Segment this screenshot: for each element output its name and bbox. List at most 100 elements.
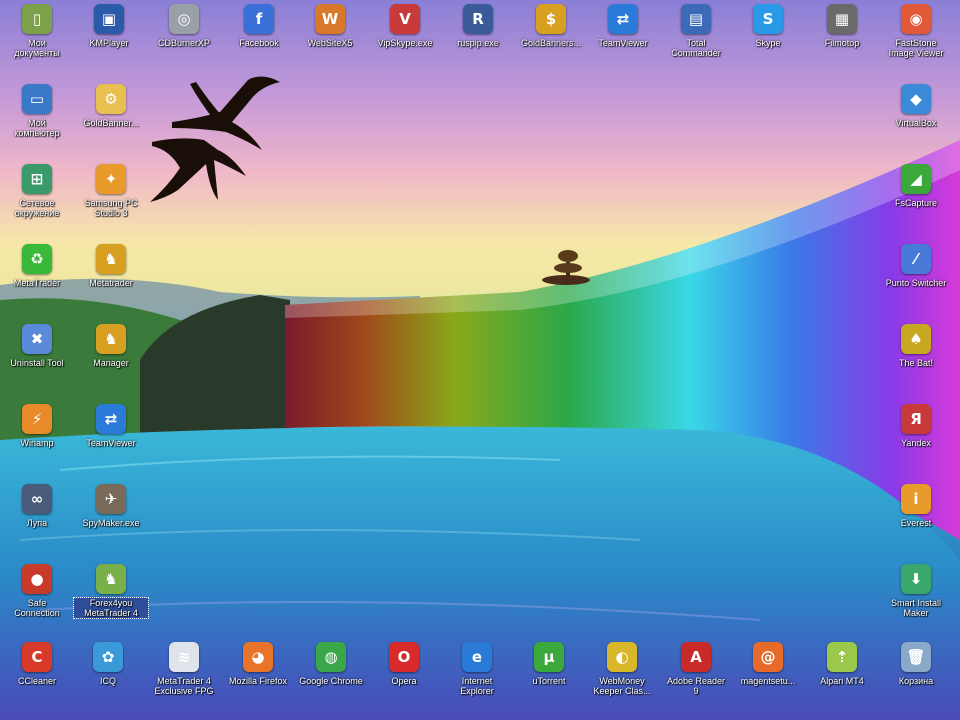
shortcut-label: Сетевое окружение	[14, 198, 60, 218]
desktop-shortcut[interactable]: O Opera	[367, 642, 441, 714]
firefox-icon: ◕	[243, 642, 273, 672]
desktop-shortcut[interactable]: ▭ Мой компьютер	[0, 84, 74, 156]
shortcut-label: Adobe Reader 9	[666, 676, 726, 696]
shortcut-label: Punto Switcher	[885, 278, 947, 288]
desktop-shortcut[interactable]: ∞ Лупа	[0, 484, 74, 556]
desktop-shortcut[interactable]: W WebSiteX5	[293, 4, 367, 76]
flying-cranes	[150, 76, 280, 202]
desktop-shortcut[interactable]: S Skype	[731, 4, 805, 76]
webmoney-icon: ◐	[607, 642, 637, 672]
shortcut-label: Forex4you MetaTrader 4	[73, 597, 149, 619]
shortcut-label: Skype	[755, 38, 781, 48]
network-places-icon: ⊞	[22, 164, 52, 194]
desktop-shortcut[interactable]: ◢ FsCapture	[879, 164, 953, 236]
desktop-shortcut[interactable]: ♞ Manager	[74, 324, 148, 396]
desktop-shortcut[interactable]: ✈ SpyMaker.exe	[74, 484, 148, 556]
shortcut-label: magentsetu...	[740, 676, 796, 686]
desktop-shortcut[interactable]: ♞ Metatrader	[74, 244, 148, 316]
document-gear-icon: ⚙	[96, 84, 126, 114]
desktop-shortcut[interactable]: ⬇ Smart Install Maker	[879, 564, 953, 636]
desktop-shortcut[interactable]: ⊞ Сетевое окружение	[0, 164, 74, 236]
desktop-shortcut[interactable]: ● Safe Connection	[0, 564, 74, 636]
desktop-shortcut[interactable]: ◐ WebMoney Keeper Clas...	[585, 642, 659, 714]
everest-info-icon: i	[901, 484, 931, 514]
recycle-bin-green-icon: ♻	[22, 244, 52, 274]
desktop-shortcut[interactable]: ◕ Mozilla Firefox	[221, 642, 295, 714]
desktop-shortcut[interactable]: ✖ Uninstall Tool	[0, 324, 74, 396]
desktop-shortcut[interactable]: C CCleaner	[0, 642, 74, 714]
shortcut-label: VirtualBox	[895, 118, 937, 128]
uninstall-tool-icon: ✖	[22, 324, 52, 354]
desktop-shortcut[interactable]: ✦ Samsung PC Studio 3	[74, 164, 148, 236]
desktop-shortcut[interactable]: i Everest	[879, 484, 953, 556]
shortcut-label: CDBurnerXP	[157, 38, 211, 48]
desktop-shortcut[interactable]: $ GoldBanners...	[514, 4, 588, 76]
desktop-shortcut[interactable]: ≋ MetaTrader 4 Exclusive FPG	[147, 642, 221, 714]
desktop-shortcut[interactable]: Я Yandex	[879, 404, 953, 476]
desktop-shortcut[interactable]: 🗑 Корзина	[879, 642, 953, 714]
desktop-shortcut[interactable]: f Facebook	[222, 4, 296, 76]
kmplayer-icon: ▣	[94, 4, 124, 34]
recycle-bin-icon: 🗑	[901, 642, 931, 672]
shortcut-label: WebSiteX5	[307, 38, 353, 48]
gold-coin-icon: $	[536, 4, 566, 34]
desktop-shortcut[interactable]: ◍ Google Chrome	[294, 642, 368, 714]
smart-install-maker-icon: ⬇	[901, 564, 931, 594]
desktop-shortcut[interactable]: ⁄ Punto Switcher	[879, 244, 953, 316]
desktop-shortcut[interactable]: @ magentsetu...	[731, 642, 805, 714]
mail-agent-icon: @	[753, 642, 783, 672]
cd-burner-icon: ◎	[169, 4, 199, 34]
desktop-shortcut[interactable]: ♻ MetaTrader	[0, 244, 74, 316]
shortcut-label: Мой компьютер	[14, 118, 60, 138]
skype-icon: S	[753, 4, 783, 34]
shortcut-label: The Bat!	[898, 358, 934, 368]
desktop-shortcut[interactable]: ✿ ICQ	[71, 642, 145, 714]
shortcut-label: uTorrent	[532, 676, 566, 686]
desktop-shortcut[interactable]: e Internet Explorer	[440, 642, 514, 714]
desktop-shortcut[interactable]: ▤ Total Commander	[659, 4, 733, 76]
desktop-shortcut[interactable]: ◎ CDBurnerXP	[147, 4, 221, 76]
shortcut-label: GoldBanner...	[83, 118, 139, 128]
chrome-icon: ◍	[316, 642, 346, 672]
internet-explorer-icon: e	[462, 642, 492, 672]
shortcut-label: Uninstall Tool	[10, 358, 64, 368]
shortcut-label: Samsung PC Studio 3	[84, 198, 138, 218]
desktop-shortcut[interactable]: V VipSkype.exe	[368, 4, 442, 76]
shortcut-label: Google Chrome	[299, 676, 363, 686]
shortcut-label: MetaTrader	[13, 278, 61, 288]
desktop-shortcut[interactable]: ⇄ TeamViewer	[586, 4, 660, 76]
desktop-shortcut[interactable]: ◆ VirtualBox	[879, 84, 953, 156]
shortcut-label: ruspip.exe	[457, 38, 499, 48]
desktop-shortcut[interactable]: ▦ Filmotop	[805, 4, 879, 76]
desktop-shortcut[interactable]: ▯ Мои документы	[0, 4, 74, 76]
desktop-shortcut[interactable]: ♠ The Bat!	[879, 324, 953, 396]
shortcut-label: TeamViewer	[598, 38, 648, 48]
faststone-eye-icon: ◉	[901, 4, 931, 34]
manager-bull-icon: ♞	[96, 324, 126, 354]
film-icon: ▦	[827, 4, 857, 34]
shortcut-label: Mozilla Firefox	[228, 676, 287, 686]
desktop-shortcut[interactable]: ⚡ Winamp	[0, 404, 74, 476]
desktop-shortcut[interactable]: ▣ KMPlayer	[72, 4, 146, 76]
desktop-shortcut[interactable]: A Adobe Reader 9	[659, 642, 733, 714]
shortcut-label: WebMoney Keeper Clas...	[593, 676, 651, 696]
bonsai-tree	[542, 250, 590, 285]
shortcut-label: Manager	[93, 358, 129, 368]
shortcut-label: GoldBanners...	[520, 38, 582, 48]
shortcut-label: FastStone Image Viewer	[888, 38, 944, 58]
shortcut-label: CCleaner	[17, 676, 57, 686]
desktop-shortcut[interactable]: ⇡ Alpari MT4	[805, 642, 879, 714]
desktop-shortcut[interactable]: µ uTorrent	[512, 642, 586, 714]
desktop-shortcut[interactable]: ⇄ TeamViewer	[74, 404, 148, 476]
shortcut-label: SpyMaker.exe	[82, 518, 140, 528]
desktop-shortcut[interactable]: Rruspip.exe	[441, 4, 515, 76]
desktop-shortcut[interactable]: ◉ FastStone Image Viewer	[879, 4, 953, 76]
shortcut-label: Yandex	[901, 438, 931, 448]
desktop-shortcut[interactable]: ♞ Forex4you MetaTrader 4	[73, 564, 149, 636]
desktop-shortcut[interactable]: ⚙ GoldBanner...	[74, 84, 148, 156]
adobe-reader-icon: A	[681, 642, 711, 672]
shortcut-label: Facebook	[239, 38, 279, 48]
ccleaner-icon: C	[22, 642, 52, 672]
website-builder-icon: W	[315, 4, 345, 34]
shortcut-label: Alpari MT4	[820, 676, 864, 686]
